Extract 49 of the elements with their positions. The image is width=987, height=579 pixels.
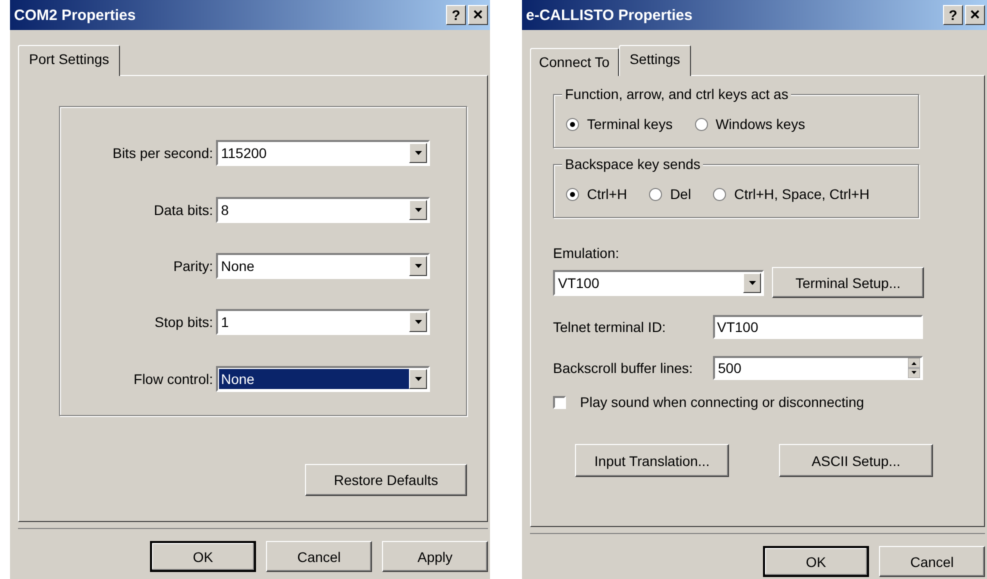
text-field[interactable]: VT100 xyxy=(713,315,923,339)
radio-button[interactable] xyxy=(694,118,708,130)
help-button[interactable]: ? xyxy=(446,5,466,25)
button[interactable]: Terminal Setup... xyxy=(772,267,924,298)
window-title: e-CALLISTO Properties xyxy=(526,6,692,24)
radio-button[interactable] xyxy=(649,188,662,200)
radio-label[interactable]: Ctrl+H, Space, Ctrl+H xyxy=(734,186,870,202)
dropdown[interactable]: None xyxy=(216,366,430,392)
dropdown[interactable]: 8 xyxy=(216,196,430,223)
button[interactable]: Input Translation... xyxy=(575,444,729,477)
radio-label[interactable]: Windows keys xyxy=(716,116,806,132)
tab[interactable]: Connect To xyxy=(530,48,619,76)
button[interactable]: ASCII Setup... xyxy=(779,444,933,477)
group-label: Backspace key sends xyxy=(562,156,704,172)
button[interactable]: Apply xyxy=(382,541,488,572)
radio-label[interactable]: Terminal keys xyxy=(587,116,673,132)
spin-arrows-icon[interactable] xyxy=(908,358,920,378)
close-button[interactable]: × xyxy=(468,5,488,25)
radio-button[interactable] xyxy=(566,118,579,130)
window-title: COM2 Properties xyxy=(14,6,136,24)
field-label: Telnet terminal ID: xyxy=(553,319,667,335)
dropdown[interactable]: None xyxy=(216,252,430,279)
field-label: Backscroll buffer lines: xyxy=(553,360,694,376)
field-label: Data bits: xyxy=(152,202,214,218)
radio-button[interactable] xyxy=(566,188,579,200)
group-label: Function, arrow, and ctrl keys act as xyxy=(562,86,792,102)
field-label: Flow control: xyxy=(132,370,214,387)
button[interactable]: OK xyxy=(763,546,869,577)
radio-label[interactable]: Del xyxy=(670,186,692,202)
dropdown[interactable]: 1 xyxy=(216,309,430,336)
checkbox-label[interactable]: Play sound when connecting or disconnecting xyxy=(580,394,864,410)
checkbox[interactable] xyxy=(553,396,566,408)
help-button[interactable]: ? xyxy=(943,5,963,25)
button[interactable]: Cancel xyxy=(879,546,985,577)
field-label: Parity: xyxy=(172,258,214,274)
tab[interactable]: Settings xyxy=(618,45,692,76)
dropdown[interactable]: 115200 xyxy=(216,140,430,166)
field-label: Emulation: xyxy=(553,244,620,262)
dropdown[interactable]: VT100 xyxy=(553,270,764,296)
button[interactable]: Restore Defaults xyxy=(305,464,467,496)
radio-label[interactable]: Ctrl+H xyxy=(587,186,628,202)
field-label: Bits per second: xyxy=(112,145,214,162)
tab[interactable]: Port Settings xyxy=(18,45,120,76)
button[interactable]: Cancel xyxy=(266,541,372,572)
close-button[interactable]: × xyxy=(965,5,985,25)
button[interactable]: OK xyxy=(150,541,256,572)
number-field[interactable]: 500 xyxy=(713,356,923,380)
field-label: Stop bits: xyxy=(154,314,214,330)
radio-button[interactable] xyxy=(713,188,726,200)
